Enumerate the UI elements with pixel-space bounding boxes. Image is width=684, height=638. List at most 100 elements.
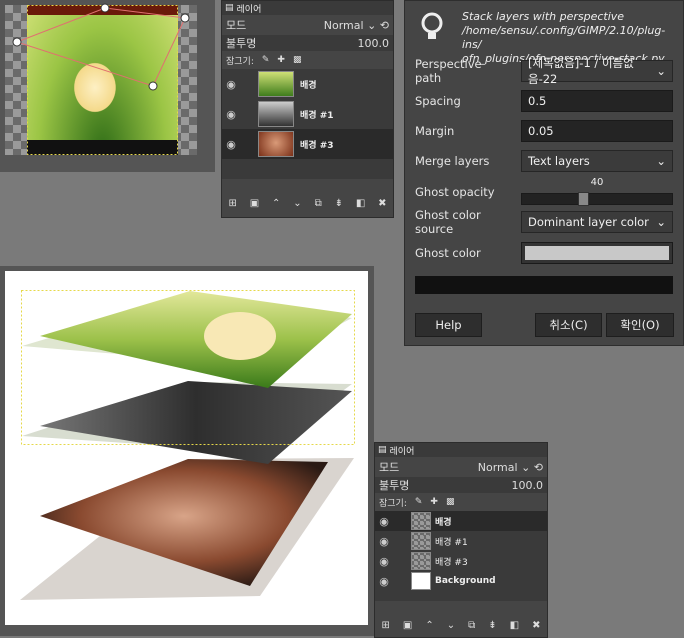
opacity-label: 불투명 [226, 37, 257, 50]
eye-icon[interactable]: ◉ [222, 78, 240, 91]
eye-icon[interactable]: ◉ [222, 138, 240, 151]
merge-layers-label: Merge layers [415, 154, 490, 168]
eye-icon[interactable]: ◉ [375, 515, 393, 528]
opacity-row[interactable]: 불투명 100.0 [222, 35, 393, 51]
opacity-row[interactable]: 불투명 100.0 [375, 477, 547, 493]
layer-name: 배경 #1 [435, 537, 468, 548]
mode-label: 모드 [226, 19, 247, 32]
progress-bar [415, 276, 673, 294]
layers-tab[interactable]: ▤ 레이어 [375, 443, 547, 457]
result-canvas[interactable] [0, 266, 374, 636]
mode-select[interactable]: Normal ⌄ ⟲ [478, 461, 543, 474]
stacked-layers [20, 290, 355, 600]
bulb-icon [417, 11, 447, 43]
lock-pixels-icon[interactable]: ✎ [262, 55, 270, 65]
lock-pixels-icon[interactable]: ✎ [415, 497, 423, 507]
layers-tab[interactable]: ▤ 레이어 [222, 1, 393, 15]
delete-icon[interactable]: ✖ [378, 198, 386, 209]
opacity-value[interactable]: 100.0 [358, 37, 390, 50]
slider-track[interactable] [521, 192, 673, 206]
spacing-input[interactable]: 0.5 [521, 90, 673, 112]
perspective-path[interactable] [0, 0, 215, 172]
chevron-down-icon: ⌄ [656, 215, 666, 229]
lower-icon[interactable]: ⌄ [293, 198, 301, 209]
anchor-icon[interactable]: ⇟ [335, 198, 343, 209]
path-anchor [100, 3, 110, 13]
lock-alpha-icon[interactable]: ▩ [293, 55, 302, 65]
new-group-icon[interactable]: ▣ [403, 620, 412, 631]
layer-buttons: ⊞ ▣ ⌃ ⌄ ⧉ ⇟ ◧ ✖ [222, 193, 393, 213]
mask-icon[interactable]: ◧ [510, 620, 519, 631]
mode-row: 모드 Normal ⌄ ⟲ [222, 15, 393, 35]
opacity-value[interactable]: 100.0 [512, 479, 544, 492]
chick-body [204, 312, 276, 360]
anchor-icon[interactable]: ⇟ [488, 620, 496, 631]
lock-label: 잠그기: [379, 498, 407, 509]
help-button[interactable]: Help [415, 313, 482, 337]
path-anchor [12, 37, 22, 47]
list-item[interactable]: ◉ 배경 [222, 69, 393, 99]
layer-thumbnail [258, 101, 294, 127]
list-item[interactable]: ◉ 배경 #3 [375, 551, 547, 571]
eye-icon[interactable]: ◉ [375, 575, 393, 588]
lock-position-icon[interactable]: ✚ [277, 55, 285, 65]
perspective-path-select[interactable]: [제목없음]-1 / 이름없음-22 ⌄ [521, 56, 673, 86]
list-item[interactable]: ◉ 배경 #1 [375, 531, 547, 551]
margin-input[interactable]: 0.05 [521, 120, 673, 142]
lock-row: 잠그기: ✎ ✚ ▩ [375, 493, 547, 511]
perspective-path-label: Perspective path [415, 57, 482, 85]
new-group-icon[interactable]: ▣ [250, 198, 259, 209]
ghost-color-label: Ghost color [415, 246, 481, 260]
slider-handle[interactable] [578, 192, 589, 206]
duplicate-icon[interactable]: ⧉ [315, 198, 322, 209]
cancel-button[interactable]: 취소(C) [535, 313, 602, 337]
top-canvas[interactable] [0, 0, 215, 172]
path-anchor [148, 81, 158, 91]
reset-icon: ⟲ [379, 18, 389, 32]
delete-icon[interactable]: ✖ [532, 620, 540, 631]
raise-icon[interactable]: ⌃ [272, 198, 280, 209]
ghost-opacity-value: 40 [590, 177, 604, 188]
layer-thumbnail [411, 512, 431, 530]
ghost-opacity-slider[interactable]: 40 [521, 177, 673, 207]
layer-name: 배경 [300, 80, 317, 91]
perspective-path-row: Perspective path [제목없음]-1 / 이름없음-22 ⌄ [415, 56, 673, 86]
reset-icon: ⟲ [533, 460, 543, 474]
water-layer [40, 381, 352, 464]
lower-icon[interactable]: ⌄ [447, 620, 455, 631]
ok-button[interactable]: 확인(O) [606, 313, 674, 337]
mask-icon[interactable]: ◧ [356, 198, 365, 209]
eye-icon[interactable]: ◉ [375, 535, 393, 548]
raise-icon[interactable]: ⌃ [425, 620, 433, 631]
mode-label: 모드 [379, 461, 400, 474]
list-item[interactable]: ◉ 배경 [375, 511, 547, 531]
path-anchor [180, 13, 190, 23]
eye-icon[interactable]: ◉ [375, 555, 393, 568]
duplicate-icon[interactable]: ⧉ [468, 620, 475, 631]
ghost-color-source-label: Ghost color source [415, 208, 481, 236]
stack-dialog: Stack layers with perspective /home/sens… [404, 0, 684, 346]
layer-name: 배경 #3 [435, 557, 468, 568]
ghost-opacity-label: Ghost opacity [415, 185, 495, 199]
eye-icon[interactable]: ◉ [222, 108, 240, 121]
ghost-color-source-select[interactable]: Dominant layer color ⌄ [521, 211, 673, 233]
list-item[interactable]: ◉ Background [375, 571, 547, 591]
layer-thumbnail [411, 572, 431, 590]
new-layer-icon[interactable]: ⊞ [228, 198, 236, 209]
lock-alpha-icon[interactable]: ▩ [446, 497, 455, 507]
chevron-down-icon: ⌄ [367, 18, 377, 32]
layers-panel-top: ▤ 레이어 모드 Normal ⌄ ⟲ 불투명 100.0 잠그기: ✎ ✚ ▩… [221, 0, 394, 218]
lock-label: 잠그기: [226, 56, 254, 67]
layer-buttons: ⊞ ▣ ⌃ ⌄ ⧉ ⇟ ◧ ✖ [375, 615, 547, 635]
margin-row: Margin 0.05 [415, 119, 673, 143]
list-item[interactable]: ◉ 배경 #1 [222, 99, 393, 129]
new-layer-icon[interactable]: ⊞ [382, 620, 390, 631]
chick-layer [40, 291, 352, 388]
lock-position-icon[interactable]: ✚ [430, 497, 438, 507]
ghost-color-button[interactable] [521, 242, 673, 264]
merge-layers-row: Merge layers Text layers ⌄ [415, 149, 673, 173]
mode-select[interactable]: Normal ⌄ ⟲ [324, 19, 389, 32]
merge-layers-select[interactable]: Text layers ⌄ [521, 150, 673, 172]
layer-name: 배경 #1 [300, 110, 334, 121]
list-item[interactable]: ◉ 배경 #3 [222, 129, 393, 159]
